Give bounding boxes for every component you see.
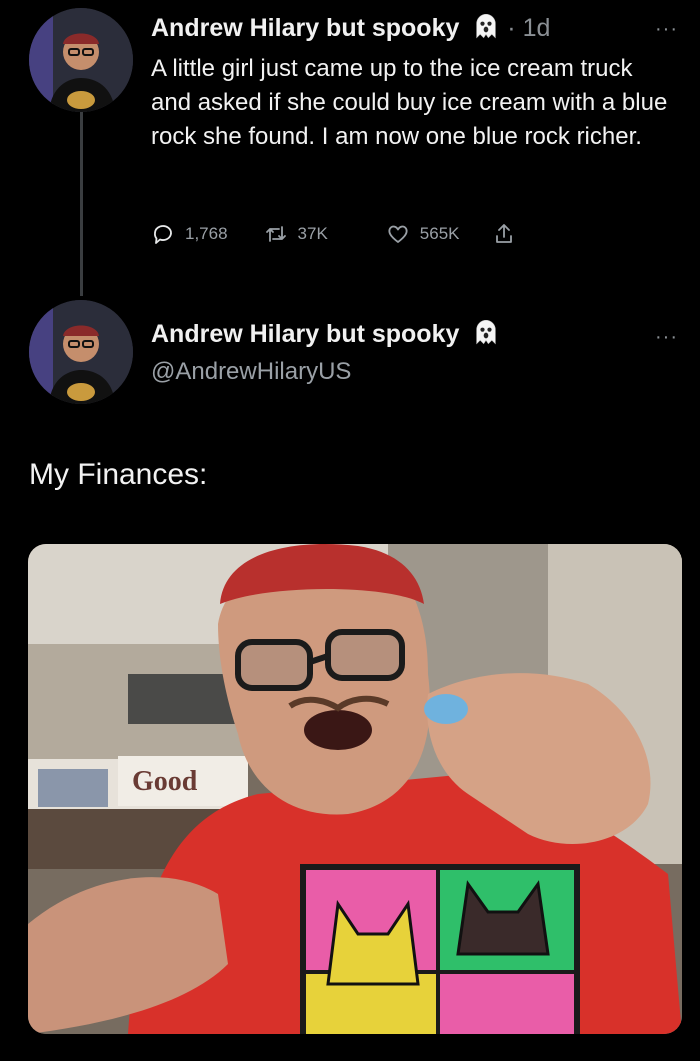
avatar-image bbox=[29, 300, 133, 404]
like-count: 565K bbox=[419, 224, 460, 243]
heart-icon bbox=[388, 225, 408, 243]
retweet-icon bbox=[265, 226, 286, 242]
avatar[interactable] bbox=[29, 300, 133, 404]
author-name[interactable]: Andrew Hilary but spooky bbox=[151, 14, 459, 42]
separator: · bbox=[507, 14, 516, 42]
tweet-caption: My Finances: bbox=[29, 458, 208, 491]
more-options-icon[interactable]: ··· bbox=[655, 326, 678, 349]
retweet-count: 37K bbox=[297, 224, 328, 243]
share-button[interactable] bbox=[492, 222, 516, 246]
selfie-photo: Good bbox=[28, 544, 682, 1034]
tweet-time[interactable]: 1d bbox=[523, 14, 551, 42]
tweet-actions: 1,768 37K 565K bbox=[151, 222, 516, 246]
tweet-text: A little girl just came up to the ice cr… bbox=[151, 55, 668, 150]
author-name[interactable]: Andrew Hilary but spooky bbox=[151, 320, 459, 348]
thread-connector-line bbox=[80, 104, 83, 296]
ghost-emoji-icon bbox=[476, 320, 496, 345]
avatar-image bbox=[29, 8, 133, 112]
quoted-tweet-header: Andrew Hilary but spooky bbox=[151, 318, 500, 349]
more-options-icon[interactable]: ··· bbox=[655, 18, 678, 41]
reply-button[interactable]: 1,768 bbox=[151, 222, 228, 246]
user-handle[interactable]: @AndrewHilaryUS bbox=[151, 358, 351, 386]
sign-text: Good bbox=[132, 766, 198, 797]
tweet-header: Andrew Hilary but spooky · 1d bbox=[151, 12, 550, 43]
ghost-emoji-icon bbox=[476, 14, 496, 39]
reply-icon bbox=[154, 225, 172, 244]
avatar[interactable] bbox=[29, 8, 133, 112]
tweet-photo[interactable]: Good bbox=[28, 544, 682, 1034]
like-button[interactable]: 565K bbox=[386, 222, 460, 246]
retweet-button[interactable]: 37K bbox=[264, 222, 328, 246]
reply-count: 1,768 bbox=[185, 224, 228, 243]
share-icon bbox=[495, 224, 512, 243]
